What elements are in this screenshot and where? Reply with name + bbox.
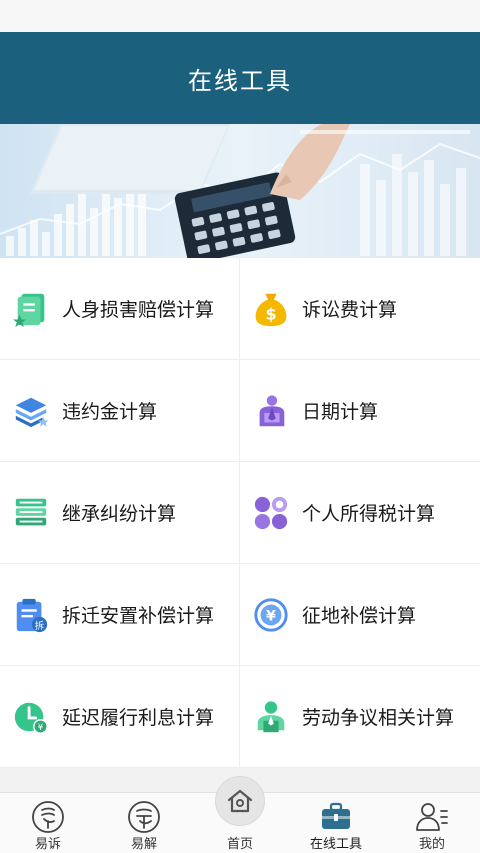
tool-label: 日期计算 — [302, 401, 379, 423]
tool-liquidated-damages[interactable]: 违约金计算 — [0, 360, 240, 462]
header: 在线工具 — [0, 32, 480, 124]
tool-land-acquisition-compensation[interactable]: ¥ 征地补偿计算 — [240, 564, 480, 666]
svg-text:$: $ — [265, 304, 276, 323]
clipboard-icon: 拆 — [16, 598, 48, 632]
tool-label: 继承纠纷计算 — [62, 503, 177, 525]
tab-yisu[interactable]: 易诉 — [0, 793, 96, 853]
profile-icon — [416, 803, 448, 831]
tab-label: 首页 — [226, 837, 253, 852]
tool-label: 拆迁安置补偿计算 — [62, 605, 215, 627]
tab-yijie[interactable]: 易解 — [96, 793, 192, 853]
svg-text:拆: 拆 — [35, 619, 45, 631]
svg-text:¥: ¥ — [266, 608, 276, 624]
tab-mine[interactable]: 我的 — [384, 793, 480, 853]
tool-label: 劳动争议相关计算 — [302, 707, 455, 729]
tab-label: 易解 — [130, 837, 157, 852]
notebook-icon — [12, 293, 45, 327]
tab-label: 在线工具 — [309, 837, 362, 852]
apps-grid-icon — [254, 496, 288, 529]
status-bar — [0, 0, 480, 32]
tool-label: 违约金计算 — [62, 401, 158, 423]
banner-image — [0, 124, 480, 258]
books-icon — [15, 498, 47, 525]
tool-label: 诉讼费计算 — [302, 299, 398, 321]
yuan-coin-icon: ¥ — [254, 597, 288, 632]
worker-icon — [257, 700, 285, 732]
tool-grid: 人身损害赔偿计算 $ 诉讼费计算 违约金计算 日期计算 继承纠纷计算 个人所得税… — [0, 258, 480, 768]
svg-text:¥: ¥ — [38, 722, 44, 732]
tool-label: 人身损害赔偿计算 — [62, 299, 215, 321]
yisu-icon — [32, 801, 64, 833]
home-button[interactable] — [215, 776, 265, 826]
person-icon — [259, 394, 285, 426]
toolbox-icon — [322, 802, 350, 829]
tool-litigation-fee[interactable]: $ 诉讼费计算 — [240, 258, 480, 360]
tab-label: 易诉 — [34, 837, 61, 852]
tool-label: 延迟履行利息计算 — [62, 707, 215, 729]
tab-label: 我的 — [418, 837, 445, 852]
tool-personal-injury-compensation[interactable]: 人身损害赔偿计算 — [0, 258, 240, 360]
layers-icon — [15, 397, 49, 427]
tab-online-tools[interactable]: 在线工具 — [288, 793, 384, 853]
tool-label: 个人所得税计算 — [302, 503, 436, 525]
tool-personal-income-tax[interactable]: 个人所得税计算 — [240, 462, 480, 564]
clock-yuan-icon: ¥ — [14, 702, 48, 734]
page-title: 在线工具 — [188, 66, 292, 95]
tool-date-calculation[interactable]: 日期计算 — [240, 360, 480, 462]
tool-demolition-compensation[interactable]: 拆 拆迁安置补偿计算 — [0, 564, 240, 666]
yijie-icon — [128, 801, 160, 833]
home-icon — [227, 789, 253, 813]
tool-labor-dispute[interactable]: 劳动争议相关计算 — [240, 666, 480, 768]
tool-delayed-performance-interest[interactable]: ¥ 延迟履行利息计算 — [0, 666, 240, 768]
tool-inheritance-dispute[interactable]: 继承纠纷计算 — [0, 462, 240, 564]
tool-label: 征地补偿计算 — [302, 605, 417, 627]
money-bag-icon: $ — [255, 293, 287, 326]
